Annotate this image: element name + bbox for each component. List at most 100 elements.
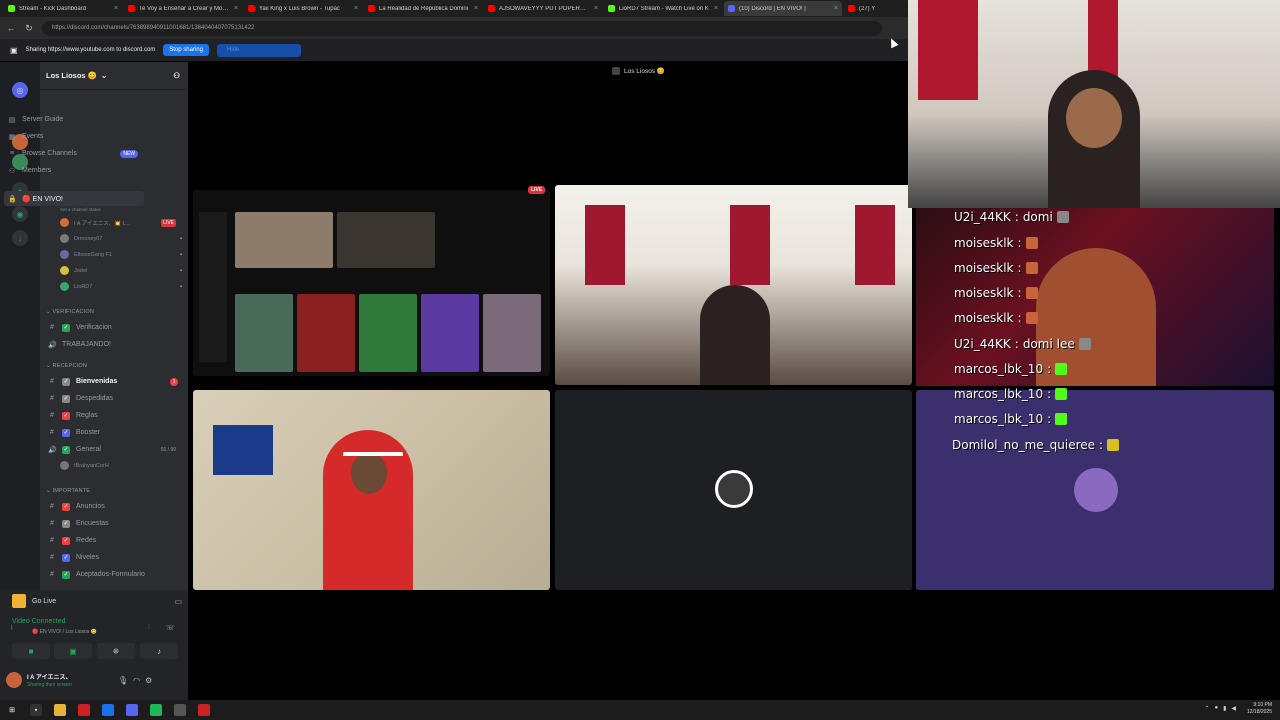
tab-favicon-icon xyxy=(368,5,375,12)
avatar xyxy=(60,282,69,291)
channel-status-placeholder[interactable]: Set a channel status xyxy=(60,203,182,216)
browser-tab[interactable]: LioRD7 Stream - Watch Live on K × xyxy=(604,1,722,16)
channel-aceptados-formulario[interactable]: # ✓ Aceptados-Formulario xyxy=(44,567,184,582)
channel-verificacion[interactable]: # ✓ Verificacion xyxy=(44,320,184,335)
sharing-text: Sharing https://www.youtube.com to disco… xyxy=(25,47,156,53)
soundboard-button[interactable]: ♪ xyxy=(140,643,178,659)
voice-user[interactable]: Jodel ▪ xyxy=(60,264,182,277)
voice-user[interactable]: ElbossGang F1 ▪ xyxy=(60,248,182,261)
short-thumbnail[interactable] xyxy=(297,294,355,372)
channel-despedidas[interactable]: # ✓ Despedidas xyxy=(44,391,184,406)
clock[interactable]: 9:10 PM 12/18/2025 xyxy=(1247,702,1272,716)
close-icon[interactable]: × xyxy=(354,5,358,12)
discord-home-icon[interactable]: ◎ xyxy=(12,82,28,98)
sidebar-item-members[interactable]: ⚇ Members xyxy=(4,163,144,178)
channel-booster[interactable]: # ✓ Booster xyxy=(44,425,184,440)
self-status: Sharing their screen xyxy=(27,682,72,688)
avatar xyxy=(60,461,69,470)
channel-bienvenidas[interactable]: # ✓ Bienvenidas 1 xyxy=(44,374,184,389)
browser-tab[interactable]: (27) Y× xyxy=(844,1,908,16)
close-icon[interactable]: × xyxy=(234,5,238,12)
url-field[interactable]: https://discord.com/channels/76389894091… xyxy=(42,20,882,36)
browser-tab[interactable]: Yaii King x Luis Brown - Tupac × xyxy=(244,1,362,16)
app-icon[interactable] xyxy=(78,704,90,716)
category-verificacion[interactable]: ⌄ VERIFICACION xyxy=(46,309,94,315)
sidebar-item-server-guide[interactable]: ▤ Server Guide xyxy=(4,112,144,127)
add-member-icon[interactable]: ⚇ xyxy=(173,71,180,80)
channel-trabajando-[interactable]: 🔊 TRABAJANDO! xyxy=(44,337,184,352)
channel-niveles[interactable]: # ✓ Niveles xyxy=(44,550,184,565)
settings-gear-icon[interactable]: ⚙ xyxy=(145,676,152,685)
close-icon[interactable]: × xyxy=(114,5,118,12)
webcam-tile-lio[interactable] xyxy=(555,185,912,385)
channel-label: Despedidas xyxy=(76,395,113,402)
browser-tab[interactable]: Stream - Kick Dashboard × xyxy=(4,1,122,16)
sidebar-item-events[interactable]: ▦ Events xyxy=(4,129,144,144)
short-thumbnail[interactable] xyxy=(359,294,417,372)
back-icon[interactable]: ← xyxy=(6,23,16,33)
browser-tab[interactable]: La Realidad de República Domini × xyxy=(364,1,482,16)
short-thumbnail[interactable] xyxy=(235,294,293,372)
channel-anuncios[interactable]: # ✓ Anuncios xyxy=(44,499,184,514)
close-icon[interactable]: × xyxy=(834,5,838,12)
mic-tray-icon[interactable]: ● xyxy=(1214,705,1218,712)
reload-icon[interactable]: ↻ xyxy=(24,23,34,34)
mic-icon[interactable]: 🎙 xyxy=(118,676,128,685)
channel-reglas[interactable]: # ✓ Reglas xyxy=(44,408,184,423)
browser-tab[interactable]: AJSOWAVEYYY PUT POPEROLIN × xyxy=(484,1,602,16)
channel-encuestas[interactable]: # ✓ Encuestas xyxy=(44,516,184,531)
browser-tab[interactable]: Te Voy a Enseñar a Crear y Monet × xyxy=(124,1,242,16)
short-thumbnail[interactable] xyxy=(421,294,479,372)
file-explorer-icon[interactable] xyxy=(54,704,66,716)
chevron-up-icon[interactable]: ⌃ xyxy=(1204,705,1209,712)
network-icon[interactable]: ▮ xyxy=(1223,705,1226,712)
screen-share-button[interactable]: ▣ xyxy=(54,643,92,659)
disconnect-icon[interactable]: ☏ xyxy=(166,624,175,632)
sidebar-item-browse-channels[interactable]: ≡ Browse Channels NEW xyxy=(4,146,144,161)
download-icon[interactable]: ↓ xyxy=(12,230,28,246)
close-icon[interactable]: × xyxy=(594,5,598,12)
camera-button[interactable]: ■ xyxy=(12,643,50,659)
video-thumbnail[interactable] xyxy=(337,212,435,268)
category-recepcion[interactable]: ⌄ RECEPCION xyxy=(46,363,87,369)
chrome-icon[interactable] xyxy=(102,704,114,716)
screen-icon[interactable]: ▭ xyxy=(174,597,182,606)
obs-icon[interactable] xyxy=(198,704,210,716)
go-live-row[interactable]: Go Live ▭ xyxy=(12,592,182,610)
voice-user[interactable]: Drmoney07 ▪ xyxy=(60,232,182,245)
channel-redes[interactable]: # ✓ Redes xyxy=(44,533,184,548)
discord-icon[interactable] xyxy=(126,704,138,716)
close-icon[interactable]: × xyxy=(714,5,718,12)
voice-user[interactable]: LioRD7 ▪ xyxy=(60,280,182,293)
youtube-screen-share-tile[interactable] xyxy=(193,190,550,376)
signal-icon[interactable]: ⌇ xyxy=(10,624,13,632)
chat-username: marcos_lbk_10 xyxy=(954,412,1044,426)
avatar[interactable] xyxy=(6,672,22,688)
video-thumbnail[interactable] xyxy=(235,212,333,268)
browser-tab[interactable]: (10) Discord | EN VIVO! | × xyxy=(724,1,842,16)
voice-channel-path[interactable]: 🔴 EN VIVO! / Los Liosos 😊 xyxy=(32,629,97,635)
headphones-icon[interactable]: ◠ xyxy=(133,676,140,685)
windows-start-icon[interactable]: ⊞ xyxy=(6,704,18,716)
voice-user-name: ElbossGang F1 xyxy=(74,251,112,258)
activities-button[interactable]: ⁜ xyxy=(97,643,135,659)
channel-general[interactable]: 🔊 ✓ General 01 / 99 xyxy=(44,442,184,457)
voice-user[interactable]: IBrahyanCorH xyxy=(60,459,182,472)
stop-sharing-button[interactable]: Stop sharing xyxy=(163,44,209,56)
pen-icon[interactable] xyxy=(174,704,186,716)
explore-icon[interactable]: ◉ xyxy=(12,206,28,222)
noise-suppression-icon[interactable]: ⫶ xyxy=(148,624,150,632)
terminal-icon[interactable]: ▪ xyxy=(30,704,42,716)
category-importante[interactable]: ⌄ IMPORTANTE xyxy=(46,488,90,494)
webcam-tile-santa[interactable] xyxy=(193,390,550,590)
server-header[interactable]: Los Liosos 😊 ⌄ ⚇ xyxy=(40,62,188,90)
empty-participant-tile[interactable] xyxy=(555,390,912,590)
tab-title: Te Voy a Enseñar a Crear y Monet xyxy=(139,5,230,12)
hide-button[interactable]: Hide xyxy=(217,43,301,57)
spotify-icon[interactable] xyxy=(150,704,162,716)
close-icon[interactable]: × xyxy=(474,5,478,12)
voice-user[interactable]: I A アイエニス、💥 L... LIVE xyxy=(60,216,182,229)
short-thumbnail[interactable] xyxy=(483,294,541,372)
avatar xyxy=(60,266,69,275)
volume-icon[interactable]: ◀ xyxy=(1231,705,1236,712)
